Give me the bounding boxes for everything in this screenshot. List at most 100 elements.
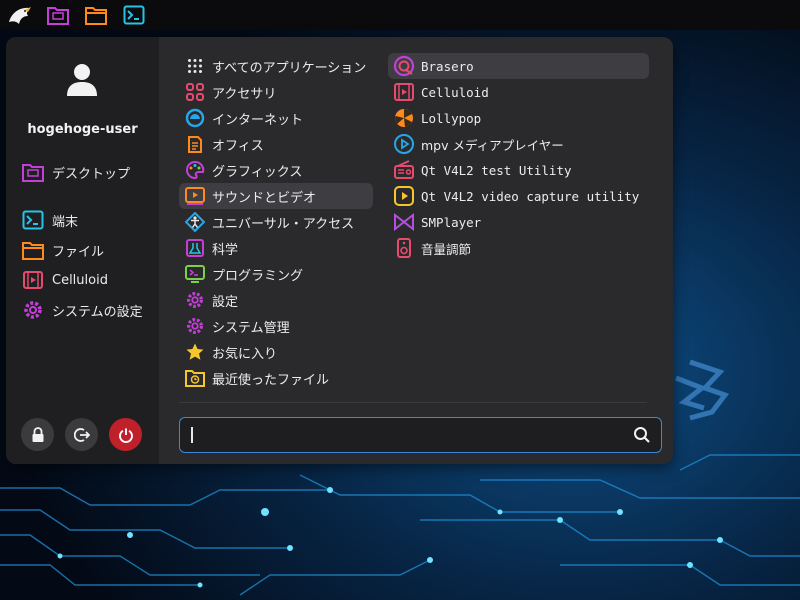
app-label: Qt V4L2 video capture utility <box>421 188 640 204</box>
category-office[interactable]: オフィス <box>179 131 373 157</box>
menu-sidebar: hogehoge-user デスクトップ 端末 ファイル Celluloid シ… <box>6 37 159 464</box>
category-sound-and-video[interactable]: サウンドとビデオ <box>179 183 373 209</box>
category-universal-access[interactable]: ユニバーサル・アクセス <box>179 209 373 235</box>
category-label: すべてのアプリケーション <box>212 60 367 76</box>
category-science[interactable]: 科学 <box>179 235 373 261</box>
search-input[interactable] <box>188 424 608 446</box>
app-celluloid[interactable]: Celluloid <box>388 79 649 105</box>
text-caret <box>191 427 193 443</box>
brasero-icon <box>393 55 415 77</box>
sidebar-item-label: デスクトップ <box>52 166 131 182</box>
application-menu: hogehoge-user デスクトップ 端末 ファイル Celluloid シ… <box>6 37 673 464</box>
power-button[interactable] <box>109 418 142 451</box>
lock-icon <box>32 426 43 442</box>
category-programming[interactable]: プログラミング <box>179 261 373 287</box>
category-graphics[interactable]: グラフィックス <box>179 157 373 183</box>
film-icon <box>20 267 46 293</box>
film-icon <box>393 81 415 103</box>
accessibility-icon <box>184 211 206 233</box>
files-launcher[interactable] <box>82 1 110 29</box>
gear-icon <box>20 297 46 323</box>
category-system-administration[interactable]: システム管理 <box>179 313 373 339</box>
category-label: ユニバーサル・アクセス <box>212 216 355 232</box>
app-smplayer[interactable]: SMPlayer <box>388 209 649 235</box>
category-label: 科学 <box>212 242 239 258</box>
app-label: SMPlayer <box>421 214 482 230</box>
internet-icon <box>184 107 206 129</box>
logout-button[interactable] <box>65 418 98 451</box>
app-qt-v4l2-video-capture-utility[interactable]: Qt V4L2 video capture utility <box>388 183 649 209</box>
search-box[interactable] <box>179 417 662 453</box>
video-capture-icon <box>393 185 415 207</box>
sidebar-item-terminal[interactable]: 端末 <box>20 207 152 233</box>
category-label: インターネット <box>212 112 304 128</box>
play-icon <box>393 133 415 155</box>
category-label: オフィス <box>212 138 264 154</box>
app-label: Qt V4L2 test Utility <box>421 162 572 178</box>
app-label: Brasero <box>421 58 474 74</box>
app-brasero[interactable]: Brasero <box>388 53 649 79</box>
app-label: mpv メディアプレイヤー <box>421 137 564 153</box>
sidebar-item-label: Celluloid <box>52 272 108 288</box>
accessories-icon <box>184 81 206 103</box>
terminal-icon <box>20 207 46 233</box>
category-internet[interactable]: インターネット <box>179 105 373 131</box>
sidebar-item-files[interactable]: ファイル <box>20 237 152 263</box>
app-label: 音量調節 <box>421 241 472 257</box>
terminal-launcher[interactable] <box>120 1 148 29</box>
category-label: システム管理 <box>212 320 290 336</box>
sidebar-item-system-settings[interactable]: システムの設定 <box>20 297 152 323</box>
multimedia-icon <box>184 185 206 207</box>
folder-icon <box>20 237 46 263</box>
sidebar-item-label: システムの設定 <box>52 304 143 320</box>
palette-icon <box>184 159 206 181</box>
app-menu-launcher[interactable] <box>6 1 34 29</box>
sidebar-item-celluloid[interactable]: Celluloid <box>20 267 152 293</box>
top-panel <box>0 0 800 30</box>
category-favorites[interactable]: お気に入り <box>179 339 373 365</box>
lollypop-icon <box>393 107 415 129</box>
desktop-folder-icon <box>20 159 46 185</box>
file-manager-launcher[interactable] <box>44 1 72 29</box>
category-recent-files[interactable]: 最近使ったファイル <box>179 365 373 391</box>
recent-folder-icon <box>184 367 206 389</box>
menu-divider <box>179 402 647 403</box>
terminal-icon <box>123 5 145 25</box>
search-icon <box>634 427 650 443</box>
category-label: サウンドとビデオ <box>212 190 317 206</box>
user-icon <box>67 64 97 96</box>
username: hogehoge-user <box>27 122 138 137</box>
grid-icon <box>184 55 206 77</box>
sidebar-item-desktop[interactable]: デスクトップ <box>20 159 152 185</box>
logout-icon <box>73 427 90 442</box>
folder-icon <box>85 7 107 25</box>
app-lollypop[interactable]: Lollypop <box>388 105 649 131</box>
category-label: お気に入り <box>212 346 278 362</box>
app-volume-control[interactable]: 音量調節 <box>388 235 649 261</box>
app-mpv[interactable]: mpv メディアプレイヤー <box>388 131 649 157</box>
star-icon <box>184 341 206 363</box>
desktop-folder-icon <box>47 7 69 25</box>
speaker-icon <box>393 237 415 259</box>
app-qt-v4l2-test-utility[interactable]: Qt V4L2 test Utility <box>388 157 649 183</box>
category-label: プログラミング <box>212 268 304 284</box>
office-icon <box>184 133 206 155</box>
category-label: アクセサリ <box>212 86 277 102</box>
gear-icon <box>184 289 206 311</box>
category-accessories[interactable]: アクセサリ <box>179 79 373 105</box>
smplayer-icon <box>393 211 415 233</box>
category-label: 設定 <box>212 294 239 310</box>
power-icon <box>118 428 133 443</box>
sidebar-item-label: 端末 <box>52 214 79 230</box>
gear-icon <box>184 315 206 337</box>
eagle-icon <box>9 7 31 24</box>
category-all-applications[interactable]: すべてのアプリケーション <box>179 53 373 79</box>
science-icon <box>184 237 206 259</box>
category-label: グラフィックス <box>212 164 303 180</box>
app-label: Lollypop <box>421 110 482 126</box>
category-label: 最近使ったファイル <box>212 372 330 388</box>
category-settings[interactable]: 設定 <box>179 287 373 313</box>
programming-icon <box>184 263 206 285</box>
lock-button[interactable] <box>21 418 54 451</box>
sidebar-item-label: ファイル <box>52 244 105 260</box>
